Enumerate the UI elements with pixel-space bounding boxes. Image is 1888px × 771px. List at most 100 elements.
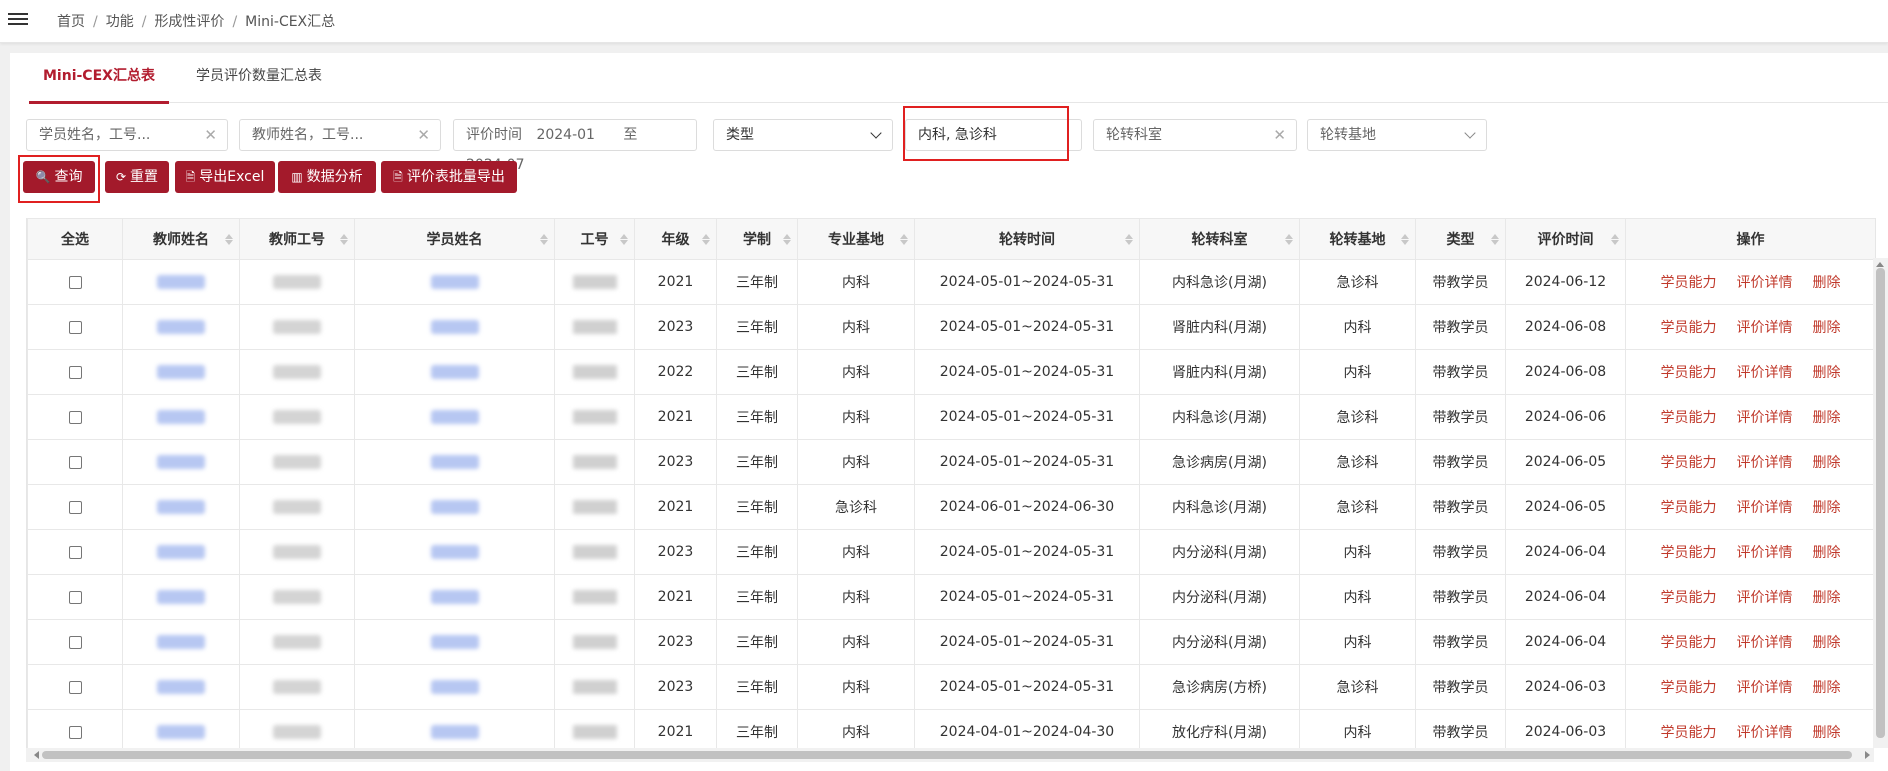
student-name-redacted[interactable] bbox=[430, 725, 479, 739]
eval-detail-link[interactable]: 评价详情 bbox=[1737, 455, 1793, 471]
row-checkbox[interactable] bbox=[68, 590, 82, 604]
col-rotation-dept[interactable]: 轮转科室 bbox=[1139, 218, 1300, 260]
student-ability-link[interactable]: 学员能力 bbox=[1661, 545, 1717, 561]
eval-time-range[interactable]: 评价时间 2024-01 至 2024-07 bbox=[453, 119, 697, 173]
col-teacher-name[interactable]: 教师姓名 bbox=[122, 218, 240, 260]
col-rotation-base[interactable]: 轮转基地 bbox=[1299, 218, 1416, 260]
teacher-name-redacted[interactable] bbox=[157, 410, 205, 424]
student-name-redacted[interactable] bbox=[430, 590, 479, 604]
eval-detail-link[interactable]: 评价详情 bbox=[1737, 320, 1793, 336]
row-checkbox[interactable] bbox=[68, 320, 82, 334]
data-analysis-button[interactable]: ▥ 数据分析 bbox=[278, 161, 376, 193]
col-eval-time[interactable]: 评价时间 bbox=[1505, 218, 1626, 260]
teacher-name-redacted[interactable] bbox=[157, 275, 205, 289]
scroll-left-icon[interactable] bbox=[30, 751, 39, 759]
clear-icon[interactable]: ✕ bbox=[417, 120, 430, 150]
rotation-base-select[interactable]: 轮转基地 bbox=[1307, 119, 1487, 151]
eval-detail-link[interactable]: 评价详情 bbox=[1737, 500, 1793, 516]
teacher-name-redacted[interactable] bbox=[157, 635, 205, 649]
row-checkbox[interactable] bbox=[68, 500, 82, 514]
delete-link[interactable]: 删除 bbox=[1813, 275, 1841, 291]
student-ability-link[interactable]: 学员能力 bbox=[1661, 320, 1717, 336]
vertical-scroll-thumb[interactable] bbox=[1876, 268, 1885, 738]
teacher-search-input[interactable]: 教师姓名，工号... ✕ bbox=[239, 119, 441, 151]
eval-detail-link[interactable]: 评价详情 bbox=[1737, 545, 1793, 561]
eval-detail-link[interactable]: 评价详情 bbox=[1737, 365, 1793, 381]
delete-link[interactable]: 删除 bbox=[1813, 320, 1841, 336]
row-checkbox[interactable] bbox=[68, 275, 82, 289]
eval-detail-link[interactable]: 评价详情 bbox=[1737, 680, 1793, 696]
col-select-all[interactable]: 全选 bbox=[27, 218, 123, 260]
student-name-redacted[interactable] bbox=[430, 545, 479, 559]
student-name-redacted[interactable] bbox=[430, 410, 479, 424]
col-type[interactable]: 类型 bbox=[1415, 218, 1506, 260]
scroll-up-icon[interactable] bbox=[1876, 258, 1884, 267]
eval-detail-link[interactable]: 评价详情 bbox=[1737, 590, 1793, 606]
export-excel-button[interactable]: 🗎 导出Excel bbox=[175, 161, 275, 193]
breadcrumb-home[interactable]: 首页 bbox=[57, 14, 85, 30]
delete-link[interactable]: 删除 bbox=[1813, 725, 1841, 741]
student-ability-link[interactable]: 学员能力 bbox=[1661, 410, 1717, 426]
delete-link[interactable]: 删除 bbox=[1813, 455, 1841, 471]
student-ability-link[interactable]: 学员能力 bbox=[1661, 275, 1717, 291]
tab-student-eval-count[interactable]: 学员评价数量汇总表 bbox=[196, 53, 322, 101]
student-name-redacted[interactable] bbox=[430, 500, 479, 514]
type-select[interactable]: 类型 bbox=[713, 119, 893, 151]
student-name-redacted[interactable] bbox=[430, 365, 479, 379]
teacher-name-redacted[interactable] bbox=[157, 455, 205, 469]
delete-link[interactable]: 删除 bbox=[1813, 365, 1841, 381]
student-ability-link[interactable]: 学员能力 bbox=[1661, 635, 1717, 651]
eval-detail-link[interactable]: 评价详情 bbox=[1737, 725, 1793, 741]
query-button[interactable]: 🔍 查询 bbox=[23, 161, 95, 193]
eval-detail-link[interactable]: 评价详情 bbox=[1737, 275, 1793, 291]
teacher-name-redacted[interactable] bbox=[157, 545, 205, 559]
row-checkbox[interactable] bbox=[68, 545, 82, 559]
teacher-name-redacted[interactable] bbox=[157, 500, 205, 514]
breadcrumb-formative-eval[interactable]: 形成性评价 bbox=[154, 14, 224, 30]
student-name-redacted[interactable] bbox=[430, 680, 479, 694]
teacher-name-redacted[interactable] bbox=[157, 680, 205, 694]
horizontal-scroll-thumb[interactable] bbox=[42, 751, 1852, 759]
student-ability-link[interactable]: 学员能力 bbox=[1661, 680, 1717, 696]
student-name-redacted[interactable] bbox=[430, 455, 479, 469]
scroll-right-icon[interactable] bbox=[1865, 751, 1874, 759]
col-system[interactable]: 学制 bbox=[716, 218, 798, 260]
student-name-redacted[interactable] bbox=[430, 320, 479, 334]
hamburger-menu-icon[interactable] bbox=[8, 10, 28, 30]
row-checkbox[interactable] bbox=[68, 680, 82, 694]
delete-link[interactable]: 删除 bbox=[1813, 680, 1841, 696]
tab-mini-cex-summary[interactable]: Mini-CEX汇总表 bbox=[29, 53, 169, 104]
eval-detail-link[interactable]: 评价详情 bbox=[1737, 635, 1793, 651]
col-student-id[interactable]: 工号 bbox=[554, 218, 635, 260]
delete-link[interactable]: 删除 bbox=[1813, 545, 1841, 561]
row-checkbox[interactable] bbox=[68, 365, 82, 379]
student-ability-link[interactable]: 学员能力 bbox=[1661, 590, 1717, 606]
clear-icon[interactable]: ✕ bbox=[204, 120, 217, 150]
teacher-name-redacted[interactable] bbox=[157, 725, 205, 739]
row-checkbox[interactable] bbox=[68, 410, 82, 424]
col-rotation-time[interactable]: 轮转时间 bbox=[914, 218, 1140, 260]
student-ability-link[interactable]: 学员能力 bbox=[1661, 365, 1717, 381]
student-name-redacted[interactable] bbox=[430, 635, 479, 649]
row-checkbox[interactable] bbox=[68, 455, 82, 469]
eval-time-start[interactable]: 2024-01 bbox=[536, 127, 595, 143]
batch-export-button[interactable]: 🗎 评价表批量导出 bbox=[381, 161, 517, 193]
student-ability-link[interactable]: 学员能力 bbox=[1661, 725, 1717, 741]
delete-link[interactable]: 删除 bbox=[1813, 410, 1841, 426]
eval-detail-link[interactable]: 评价详情 bbox=[1737, 410, 1793, 426]
delete-link[interactable]: 删除 bbox=[1813, 500, 1841, 516]
reset-button[interactable]: ⟳ 重置 bbox=[105, 161, 169, 193]
col-grade[interactable]: 年级 bbox=[634, 218, 717, 260]
delete-link[interactable]: 删除 bbox=[1813, 590, 1841, 606]
horizontal-scrollbar[interactable] bbox=[26, 748, 1874, 762]
vertical-scrollbar[interactable] bbox=[1873, 258, 1888, 748]
department-multiselect[interactable]: 内科, 急诊科 bbox=[905, 119, 1082, 151]
row-checkbox[interactable] bbox=[68, 635, 82, 649]
col-student-name[interactable]: 学员姓名 bbox=[354, 218, 555, 260]
delete-link[interactable]: 删除 bbox=[1813, 635, 1841, 651]
student-search-input[interactable]: 学员姓名，工号... ✕ bbox=[26, 119, 228, 151]
student-ability-link[interactable]: 学员能力 bbox=[1661, 500, 1717, 516]
row-checkbox[interactable] bbox=[68, 725, 82, 739]
student-ability-link[interactable]: 学员能力 bbox=[1661, 455, 1717, 471]
clear-icon[interactable]: ✕ bbox=[1273, 120, 1286, 150]
